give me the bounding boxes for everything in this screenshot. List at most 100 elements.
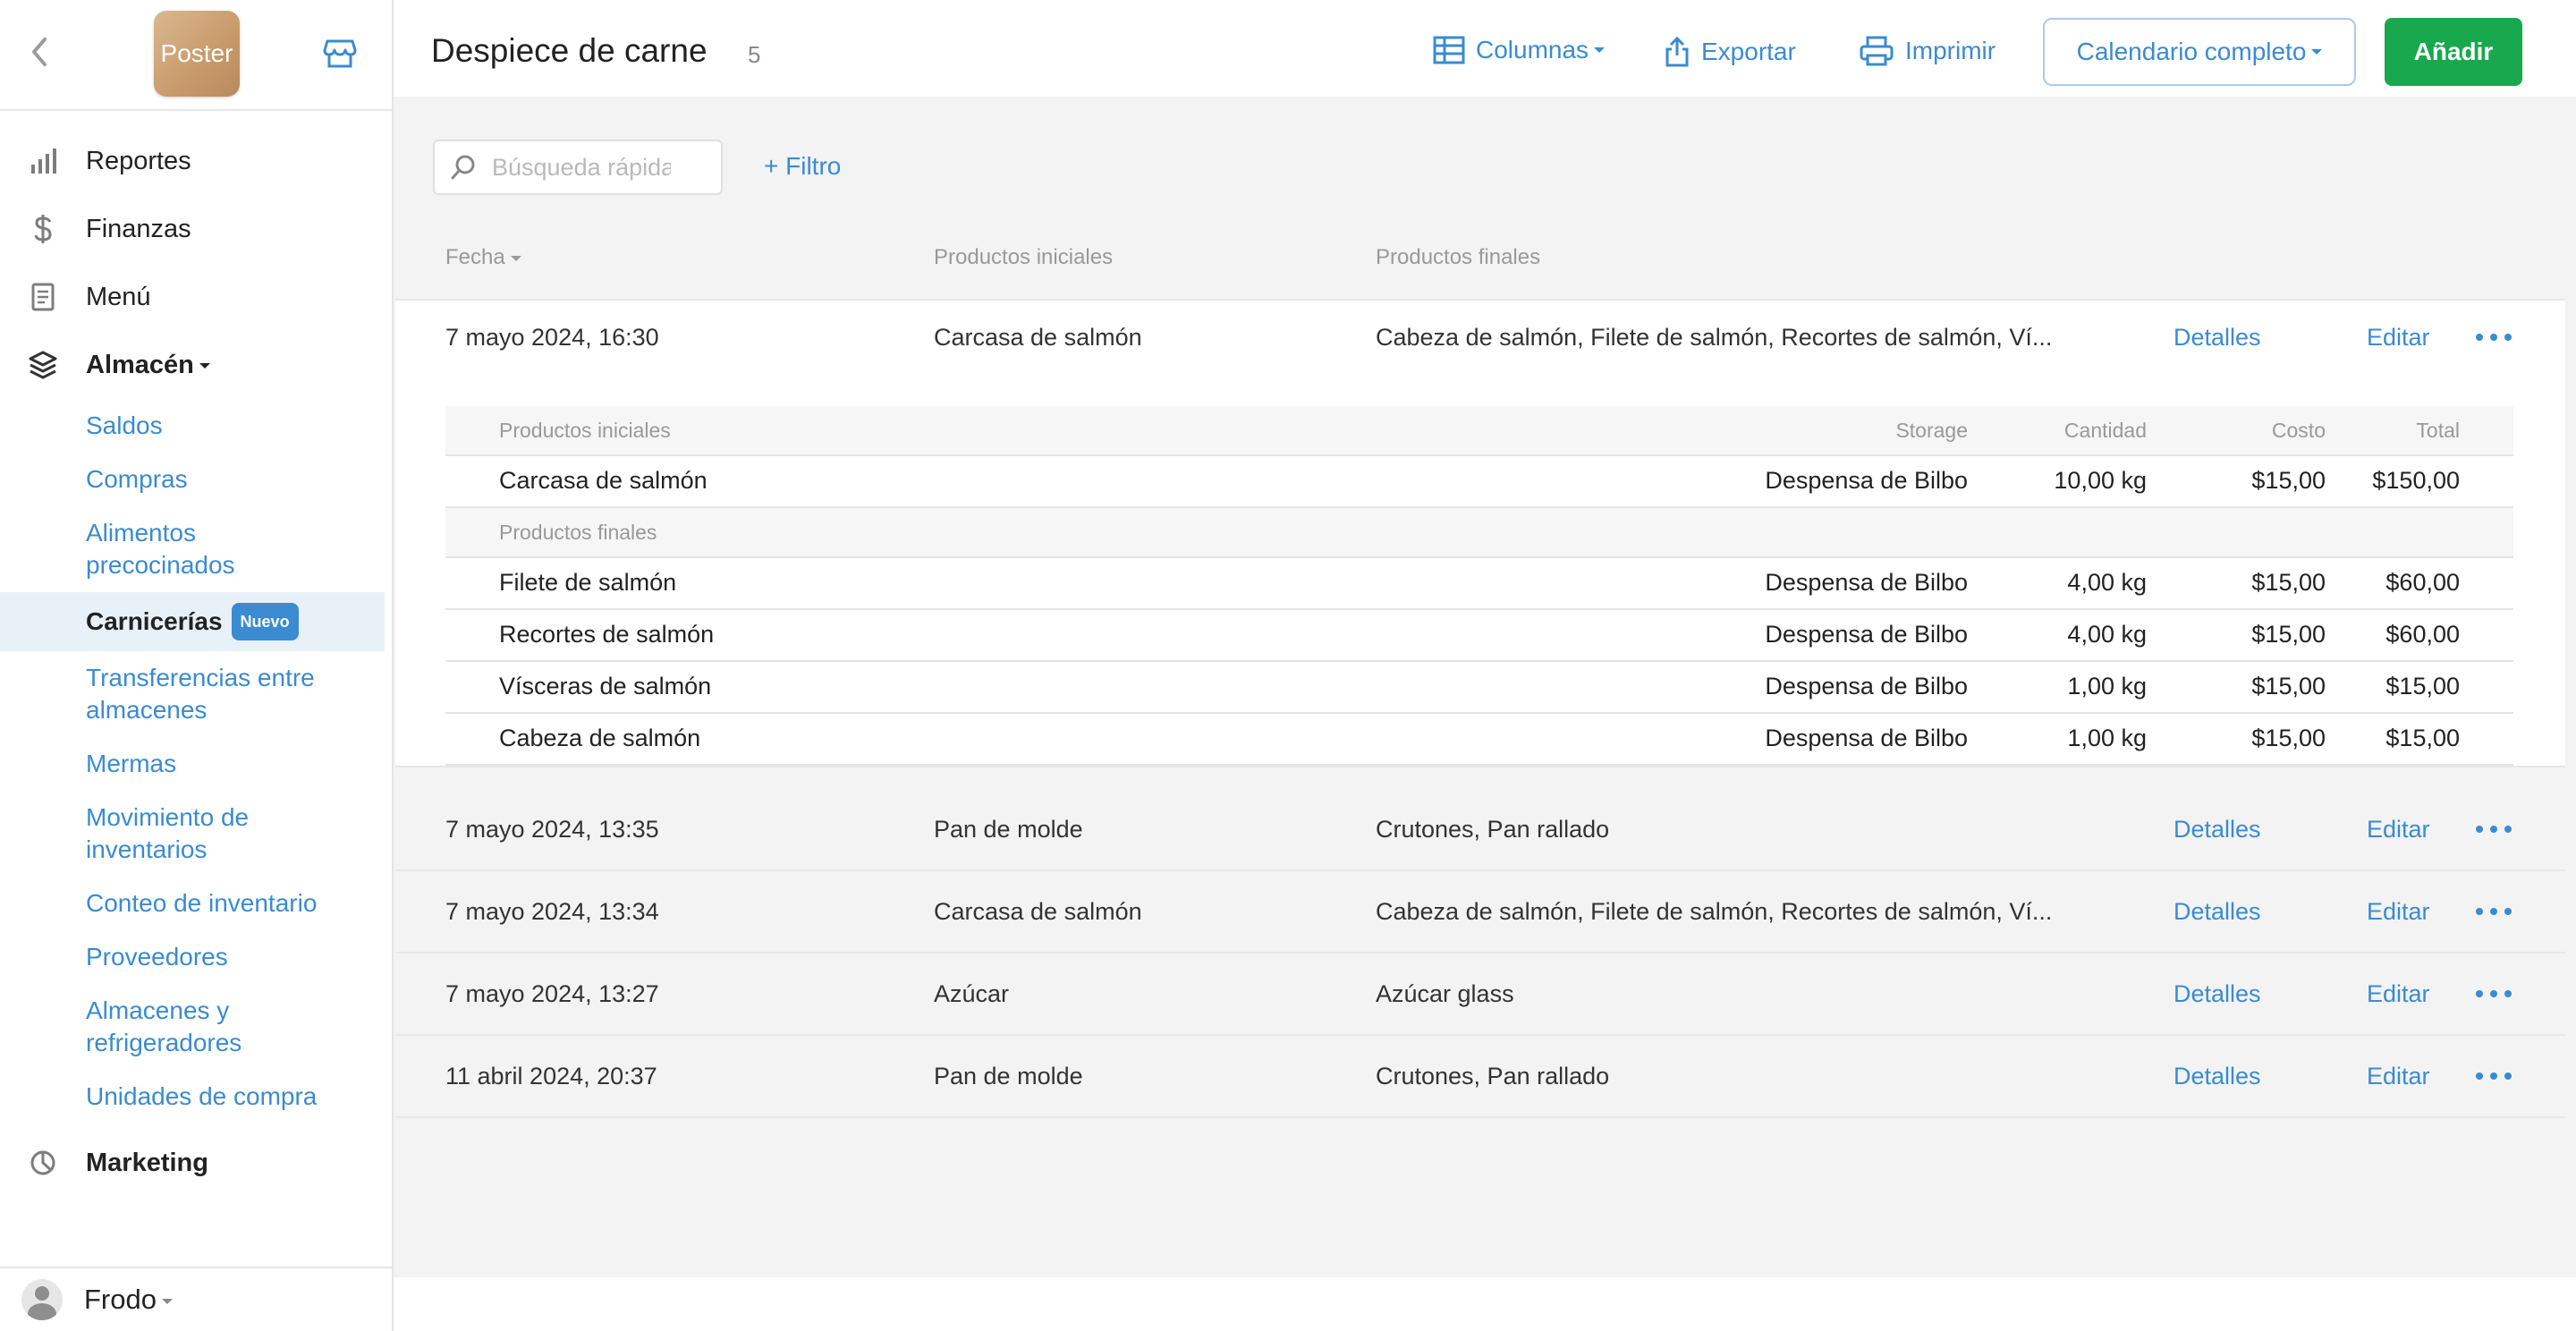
- more-options-icon[interactable]: [2476, 988, 2512, 1000]
- edit-link[interactable]: Editar: [2367, 1063, 2430, 1090]
- sidebar-item-compras[interactable]: Compras: [86, 453, 392, 506]
- table-row[interactable]: 7 mayo 2024, 13:35 Pan de molde Crutones…: [395, 789, 2565, 871]
- more-options-icon[interactable]: [2476, 1070, 2512, 1082]
- edit-link[interactable]: Editar: [2367, 980, 2430, 1008]
- add-filter-button[interactable]: + Filtro: [764, 152, 841, 181]
- edit-link[interactable]: Editar: [2367, 816, 2430, 844]
- nav-item-finanzas[interactable]: Finanzas: [0, 195, 392, 263]
- nav-label: Finanzas: [86, 214, 191, 243]
- detail-row: Recortes de salmón Despensa de Bilbo 4,0…: [445, 610, 2513, 662]
- detail-row: Vísceras de salmón Despensa de Bilbo 1,0…: [445, 662, 2513, 714]
- sidebar-item-proveedores[interactable]: Proveedores: [86, 930, 392, 984]
- table-row[interactable]: 7 mayo 2024, 13:27 Azúcar Azúcar glass D…: [395, 954, 2565, 1036]
- details-link[interactable]: Detalles: [2174, 324, 2261, 352]
- bar-chart-icon: [27, 145, 59, 177]
- details-link[interactable]: Detalles: [2174, 898, 2261, 926]
- main-content: + Filtro Fecha Productos iniciales Produ…: [394, 97, 2576, 1331]
- nav-item-marketing[interactable]: Marketing: [0, 1129, 392, 1197]
- detail-storage: Despensa de Bilbo: [1765, 621, 1968, 648]
- add-button[interactable]: Añadir: [2385, 18, 2522, 86]
- sidebar-item-saldos[interactable]: Saldos: [86, 399, 392, 453]
- calendar-dropdown[interactable]: Calendario completo: [2043, 18, 2356, 86]
- poster-logo[interactable]: Poster: [154, 11, 240, 97]
- detail-header-initial: Productos iniciales: [499, 419, 671, 442]
- page-title: Despiece de carne: [431, 32, 708, 69]
- detail-table: Productos iniciales Storage Cantidad Cos…: [445, 406, 2513, 766]
- layers-icon: [27, 349, 59, 381]
- table-row[interactable]: 11 abril 2024, 20:37 Pan de molde Cruton…: [395, 1036, 2565, 1118]
- sidebar-item-carnicerias[interactable]: Carnicerías Nuevo: [0, 592, 385, 651]
- edit-link[interactable]: Editar: [2367, 898, 2430, 926]
- table-icon: [1433, 36, 1465, 64]
- app: Poster Reportes Finanzas Menú Almacén Sa…: [0, 0, 2576, 1331]
- columns-button[interactable]: Columnas: [1433, 36, 1606, 64]
- nav-item-menu[interactable]: Menú: [0, 263, 392, 331]
- more-options-icon[interactable]: [2476, 823, 2512, 835]
- row-date: 7 mayo 2024, 13:35: [445, 816, 659, 843]
- sidebar-item-movimiento-inventarios[interactable]: Movimiento de inventarios: [86, 791, 318, 877]
- detail-header-final: Productos finales: [499, 521, 657, 544]
- detail-total: $150,00: [2372, 467, 2460, 494]
- export-button[interactable]: Exportar: [1664, 36, 1796, 68]
- document-icon: [27, 281, 59, 313]
- edit-link[interactable]: Editar: [2367, 324, 2430, 352]
- export-label: Exportar: [1701, 38, 1796, 65]
- column-header-fecha[interactable]: Fecha: [445, 245, 521, 270]
- row-final-products: Cabeza de salmón, Filete de salmón, Reco…: [1376, 324, 2053, 351]
- printer-icon: [1860, 36, 1894, 66]
- detail-name: Cabeza de salmón: [499, 725, 701, 751]
- more-options-icon[interactable]: [2476, 905, 2512, 918]
- row-final-products: Crutones, Pan rallado: [1376, 1063, 1610, 1089]
- detail-row: Carcasa de salmón Despensa de Bilbo 10,0…: [445, 456, 2513, 508]
- print-button[interactable]: Imprimir: [1859, 36, 1996, 66]
- chevron-down-icon: [199, 362, 210, 369]
- details-link[interactable]: Detalles: [2174, 1063, 2261, 1090]
- dollar-icon: [27, 213, 59, 245]
- sidebar-item-transferencias[interactable]: Transferencias entre almacenes: [86, 651, 354, 737]
- column-header-label: Fecha: [445, 245, 505, 269]
- search-input[interactable]: [490, 152, 673, 182]
- user-name-text: Frodo: [84, 1284, 157, 1315]
- details-link[interactable]: Detalles: [2174, 980, 2261, 1008]
- table-row[interactable]: 7 mayo 2024, 16:30 Carcasa de salmón Cab…: [395, 299, 2565, 767]
- detail-storage: Despensa de Bilbo: [1765, 467, 1968, 494]
- detail-total: $15,00: [2385, 725, 2460, 751]
- nav-label: Marketing: [86, 1148, 208, 1177]
- detail-name: Carcasa de salmón: [499, 467, 708, 494]
- sidebar-item-mermas[interactable]: Mermas: [86, 737, 392, 791]
- almacen-submenu: Saldos Compras Alimentos precocinados Ca…: [0, 399, 392, 1123]
- more-options-icon[interactable]: [2476, 331, 2512, 343]
- page-header: Despiece de carne 5 Columnas Exportar Im…: [394, 0, 2576, 97]
- row-date: 7 mayo 2024, 16:30: [445, 324, 659, 351]
- detail-name: Recortes de salmón: [499, 621, 715, 648]
- row-initial-products: Pan de molde: [934, 816, 1083, 843]
- detail-total: $60,00: [2385, 621, 2460, 648]
- nav-label: Reportes: [86, 146, 191, 175]
- pie-chart-icon: [27, 1147, 59, 1179]
- sort-down-icon: [510, 255, 521, 261]
- nav-item-almacen[interactable]: Almacén: [0, 331, 392, 399]
- user-menu[interactable]: Frodo: [0, 1267, 392, 1331]
- details-link[interactable]: Detalles: [2174, 816, 2261, 844]
- sidebar-item-unidades-compra[interactable]: Unidades de compra: [86, 1070, 392, 1123]
- detail-row: Filete de salmón Despensa de Bilbo 4,00 …: [445, 558, 2513, 610]
- sidebar-item-conteo-inventario[interactable]: Conteo de inventario: [86, 877, 392, 930]
- detail-qty: 10,00 kg: [2054, 467, 2147, 494]
- detail-storage: Despensa de Bilbo: [1765, 725, 1968, 751]
- row-final-products: Cabeza de salmón, Filete de salmón, Reco…: [1376, 898, 2053, 925]
- storefront-icon[interactable]: [322, 38, 358, 70]
- nav-item-reportes[interactable]: Reportes: [0, 127, 392, 195]
- column-header-productos-iniciales: Productos iniciales: [934, 245, 1114, 269]
- avatar: [21, 1279, 63, 1320]
- sidebar-item-alimentos-precocinados[interactable]: Alimentos precocinados: [86, 506, 301, 592]
- sidebar-item-label: Carnicerías: [86, 607, 223, 635]
- nav-label: Menú: [86, 282, 151, 311]
- sidebar-item-almacenes-refrigeradores[interactable]: Almacenes y refrigeradores: [86, 984, 301, 1070]
- search-box[interactable]: [433, 140, 723, 195]
- column-header-productos-finales: Productos finales: [1376, 245, 1541, 269]
- nav-label: Almacén: [86, 351, 210, 380]
- table-row[interactable]: 7 mayo 2024, 13:34 Carcasa de salmón Cab…: [395, 871, 2565, 954]
- share-icon: [1665, 36, 1689, 67]
- sidebar-nav: Reportes Finanzas Menú Almacén Saldos Co…: [0, 111, 392, 1197]
- back-icon[interactable]: [25, 36, 54, 68]
